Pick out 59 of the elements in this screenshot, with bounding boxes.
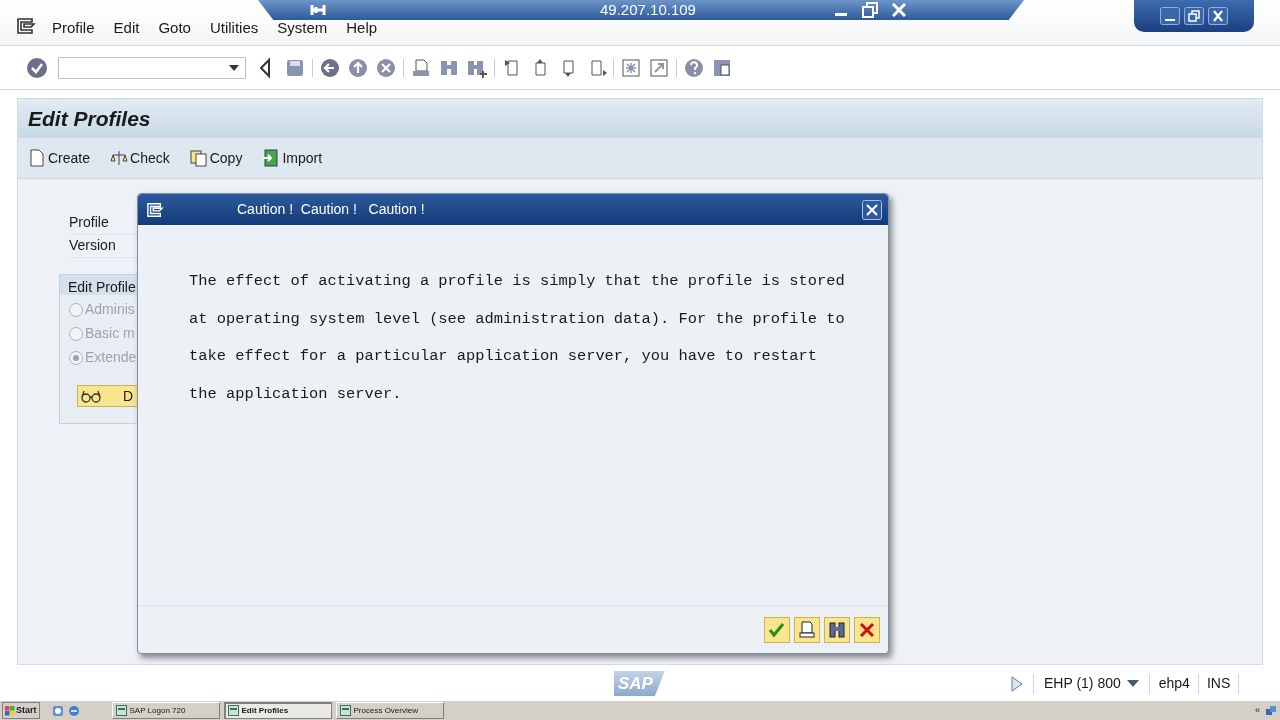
connection-title: 49.207.10.109: [600, 0, 696, 20]
check-icon[interactable]: [26, 56, 48, 79]
field-label: Profile: [69, 214, 109, 230]
ok-button[interactable]: [764, 616, 790, 643]
play-icon[interactable]: [1010, 675, 1023, 692]
dialog-title: Caution ! Caution ! Caution !: [237, 200, 425, 219]
windows-logo-icon: [5, 705, 15, 716]
insert-mode: INS: [1206, 674, 1231, 693]
command-field[interactable]: [58, 56, 246, 79]
dropdown-icon[interactable]: [229, 64, 239, 71]
taskbar-button[interactable]: Edit Profiles: [223, 702, 332, 719]
find-button[interactable]: [824, 616, 850, 643]
radio-button[interactable]: [68, 301, 84, 318]
screen-title: Edit Profiles: [28, 105, 151, 132]
toolbar-button[interactable]: Import: [262, 147, 323, 169]
start-button[interactable]: Start: [2, 702, 40, 719]
message-text: The effect of activating a profile is simply that the profile is stored at operating system level (see administration data). For the profile to take effect for a particular application server, you have to restart the application server.: [189, 271, 846, 405]
menu-icon[interactable]: [16, 17, 36, 35]
menu-item[interactable]: Help: [346, 16, 378, 39]
group-title: Edit Profile: [68, 279, 136, 295]
window-icon: [339, 705, 351, 716]
restore-icon[interactable]: [861, 2, 878, 18]
field-label: Version: [69, 237, 116, 253]
close-icon[interactable]: [862, 199, 882, 220]
menu-item[interactable]: System: [277, 16, 328, 39]
toolbar-button[interactable]: Check: [110, 147, 170, 169]
system-info: EHP (1) 800: [1043, 674, 1121, 693]
toolbar-button[interactable]: Copy: [189, 147, 243, 169]
minimize-icon[interactable]: [1160, 7, 1180, 25]
copy-icon: [189, 149, 208, 167]
scale-icon: [110, 149, 129, 167]
print-icon: [797, 619, 817, 640]
toolbar-button[interactable]: Create: [28, 147, 91, 169]
tray-expand[interactable]: «: [1255, 703, 1260, 718]
menu-item[interactable]: Goto: [158, 16, 191, 39]
document-icon: [28, 149, 46, 167]
print-button[interactable]: [794, 616, 820, 643]
sap-logo: SAP: [614, 670, 665, 697]
binoculars-icon: [827, 619, 847, 640]
print-icon[interactable]: [410, 56, 432, 79]
menu-item[interactable]: Profile: [52, 16, 95, 39]
help-icon[interactable]: [683, 56, 705, 79]
import-icon: [262, 149, 281, 167]
taskbar-button[interactable]: Process Overview: [335, 702, 444, 719]
menu-item[interactable]: Edit: [113, 16, 140, 39]
close-icon[interactable]: [1208, 7, 1228, 25]
radio-button[interactable]: [68, 349, 84, 366]
restore-icon[interactable]: [1184, 7, 1204, 25]
shortcut-icon[interactable]: [648, 56, 670, 79]
window-icon: [115, 705, 127, 716]
cancel-icon[interactable]: [375, 56, 397, 79]
taskbar-button[interactable]: SAP Logon 720: [111, 702, 220, 719]
cancel-button[interactable]: [854, 616, 880, 643]
window-icon: [227, 705, 239, 716]
glasses-icon: [81, 389, 101, 403]
menu-item[interactable]: Utilities: [209, 16, 259, 39]
client-info: ehp4: [1158, 674, 1190, 693]
radio-button[interactable]: [68, 325, 84, 342]
dropdown-icon[interactable]: [1126, 680, 1139, 687]
